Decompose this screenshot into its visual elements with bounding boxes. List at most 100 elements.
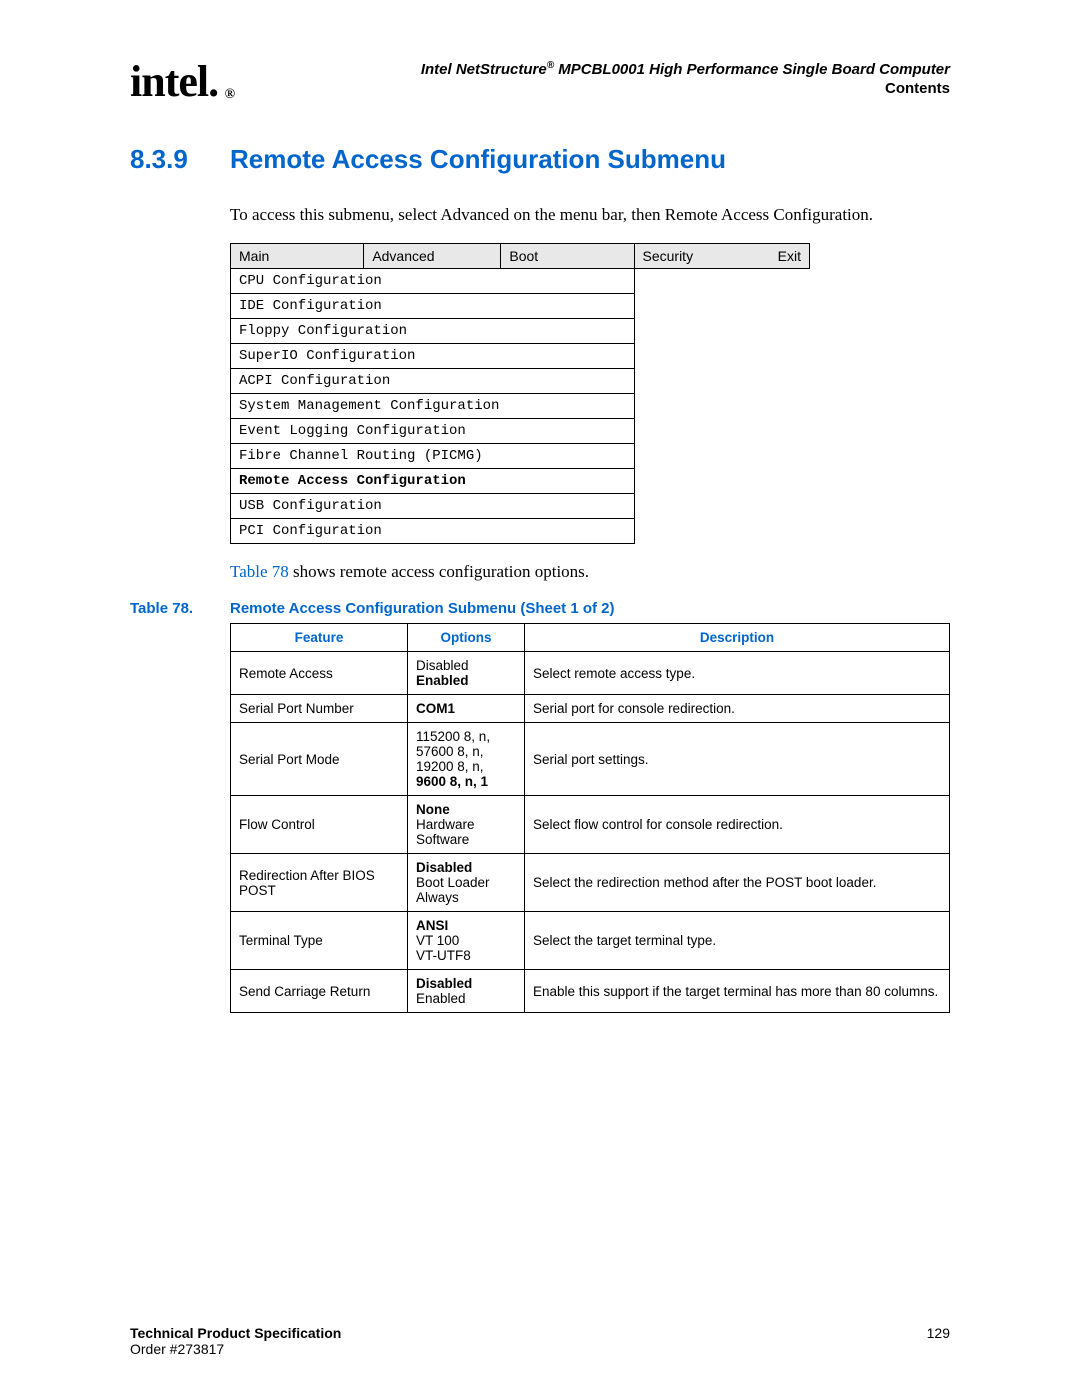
config-option: Software <box>416 832 469 847</box>
menu-blank <box>634 444 770 469</box>
menu-tab: Boot <box>501 244 634 269</box>
config-option: 9600 8, n, 1 <box>416 774 488 789</box>
registered-sup-icon: ® <box>547 60 554 71</box>
menu-item-row: IDE Configuration <box>231 294 810 319</box>
menu-item-row: ACPI Configuration <box>231 369 810 394</box>
menu-tab: Advanced <box>364 244 501 269</box>
menu-blank <box>634 369 770 394</box>
config-option: 115200 8, n, <box>416 729 490 744</box>
config-option: Always <box>416 890 459 905</box>
config-description: Serial port for console redirection. <box>525 695 950 723</box>
menu-blank <box>770 519 810 544</box>
menu-blank <box>634 394 770 419</box>
menu-blank <box>770 369 810 394</box>
menu-item: IDE Configuration <box>231 294 635 319</box>
post-menu-paragraph: Table 78 shows remote access configurati… <box>230 562 950 582</box>
menu-item: USB Configuration <box>231 494 635 519</box>
menu-blank <box>770 319 810 344</box>
menu-tab-row: MainAdvancedBootSecurityExit <box>231 244 810 269</box>
config-feature: Remote Access <box>231 652 408 695</box>
menu-blank <box>634 469 770 494</box>
menu-item: Remote Access Configuration <box>231 469 635 494</box>
logo-text: intel <box>130 57 208 106</box>
config-option: Disabled <box>416 976 472 991</box>
config-option: VT 100 <box>416 933 459 948</box>
config-row: Remote Access DisabledEnabled Select remot… <box>231 652 950 695</box>
footer-order: Order #273817 <box>130 1341 224 1357</box>
config-feature: Serial Port Mode <box>231 723 408 796</box>
table-link[interactable]: Table 78 <box>230 562 289 581</box>
menu-item: CPU Configuration <box>231 269 635 294</box>
config-row: Send Carriage ReturnDisabledEnabledEnabl… <box>231 970 950 1013</box>
menu-item-row: System Management Configuration <box>231 394 810 419</box>
config-options: DisabledBoot LoaderAlways <box>408 854 525 912</box>
config-row: Redirection After BIOS POSTDisabledBoot … <box>231 854 950 912</box>
menu-blank <box>634 294 770 319</box>
config-options: COM1 <box>408 695 525 723</box>
header-text-block: Intel NetStructure® MPCBL0001 High Perfo… <box>232 60 950 97</box>
config-option: Disabled <box>416 658 469 673</box>
config-description: Select flow control for console redirect… <box>525 796 950 854</box>
menu-blank <box>634 519 770 544</box>
config-option: 19200 8, n, <box>416 759 484 774</box>
menu-blank <box>770 419 810 444</box>
doc-title-post: MPCBL0001 High Performance Single Board … <box>554 61 950 78</box>
config-description: Select remote access type. <box>525 652 950 695</box>
menu-item-row: PCI Configuration <box>231 519 810 544</box>
document-title: Intel NetStructure® MPCBL0001 High Perfo… <box>232 60 950 78</box>
menu-tab: Security <box>634 244 770 269</box>
heading-number: 8.3.9 <box>130 144 230 175</box>
menu-item-row: Fibre Channel Routing (PICMG) <box>231 444 810 469</box>
config-feature: Serial Port Number <box>231 695 408 723</box>
config-row: Serial Port NumberCOM1Serial port for co… <box>231 695 950 723</box>
menu-blank <box>770 469 810 494</box>
menu-blank <box>770 294 810 319</box>
intel-logo: intel. ® <box>130 60 232 104</box>
config-options: 115200 8, n,57600 8, n,19200 8, n,9600 8… <box>408 723 525 796</box>
section-label: Contents <box>232 80 950 97</box>
config-option: Enabled <box>416 991 466 1006</box>
menu-tab: Main <box>231 244 364 269</box>
config-option: 57600 8, n, <box>416 744 484 759</box>
doc-title-pre: Intel NetStructure <box>421 61 547 78</box>
config-description: Select the target terminal type. <box>525 912 950 970</box>
config-feature: Flow Control <box>231 796 408 854</box>
footer-left: Technical Product Specification Order #2… <box>130 1325 341 1357</box>
menu-item-row: USB Configuration <box>231 494 810 519</box>
menu-item-row: Event Logging Configuration <box>231 419 810 444</box>
menu-item-row: SuperIO Configuration <box>231 344 810 369</box>
config-description: Enable this support if the target termin… <box>525 970 950 1013</box>
menu-item: SuperIO Configuration <box>231 344 635 369</box>
registered-icon: ® <box>225 88 234 102</box>
config-option: Boot Loader <box>416 875 490 890</box>
logo-dot-icon: . <box>208 60 218 104</box>
config-header-row: Feature Options Description <box>231 624 950 652</box>
config-feature: Terminal Type <box>231 912 408 970</box>
footer-tps: Technical Product Specification <box>130 1325 341 1341</box>
menu-blank <box>634 494 770 519</box>
config-options: NoneHardwareSoftware <box>408 796 525 854</box>
menu-blank <box>770 444 810 469</box>
header-options: Options <box>408 624 525 652</box>
menu-blank <box>634 269 770 294</box>
config-option: Enabled <box>416 673 469 688</box>
menu-item-row: Remote Access Configuration <box>231 469 810 494</box>
menu-blank <box>770 269 810 294</box>
page-container: intel.® Intel NetStructure® MPCBL0001 Hi… <box>0 0 1080 1397</box>
config-option: None <box>416 802 450 817</box>
config-options: DisabledEnabled <box>408 970 525 1013</box>
table-caption-number: Table 78. <box>130 600 230 617</box>
menu-blank <box>634 319 770 344</box>
config-option: VT-UTF8 <box>416 948 471 963</box>
page-header: intel.® Intel NetStructure® MPCBL0001 Hi… <box>130 60 950 104</box>
menu-blank <box>634 419 770 444</box>
menu-item: ACPI Configuration <box>231 369 635 394</box>
config-row: Serial Port Mode115200 8, n,57600 8, n,1… <box>231 723 950 796</box>
config-description: Select the redirection method after the … <box>525 854 950 912</box>
intro-paragraph: To access this submenu, select Advanced … <box>230 205 950 225</box>
menu-blank <box>770 344 810 369</box>
config-option: ANSI <box>416 918 448 933</box>
config-feature: Redirection After BIOS POST <box>231 854 408 912</box>
post-menu-rest: shows remote access configuration option… <box>289 562 589 581</box>
menu-item: Fibre Channel Routing (PICMG) <box>231 444 635 469</box>
